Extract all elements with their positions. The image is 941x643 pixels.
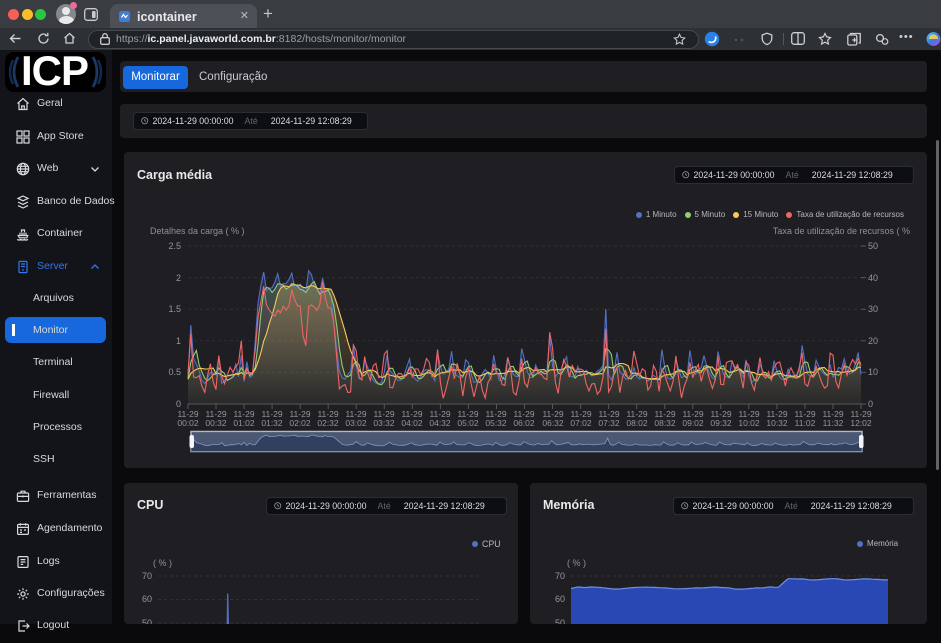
svg-text:70: 70 [142, 571, 152, 581]
svg-text:70: 70 [555, 571, 565, 581]
svg-text:( % ): ( % ) [567, 558, 586, 568]
svg-text:50: 50 [142, 618, 152, 624]
svg-text:50: 50 [555, 618, 565, 624]
svg-text:60: 60 [142, 594, 152, 604]
svg-text:( % ): ( % ) [153, 558, 172, 568]
svg-text:60: 60 [555, 594, 565, 604]
